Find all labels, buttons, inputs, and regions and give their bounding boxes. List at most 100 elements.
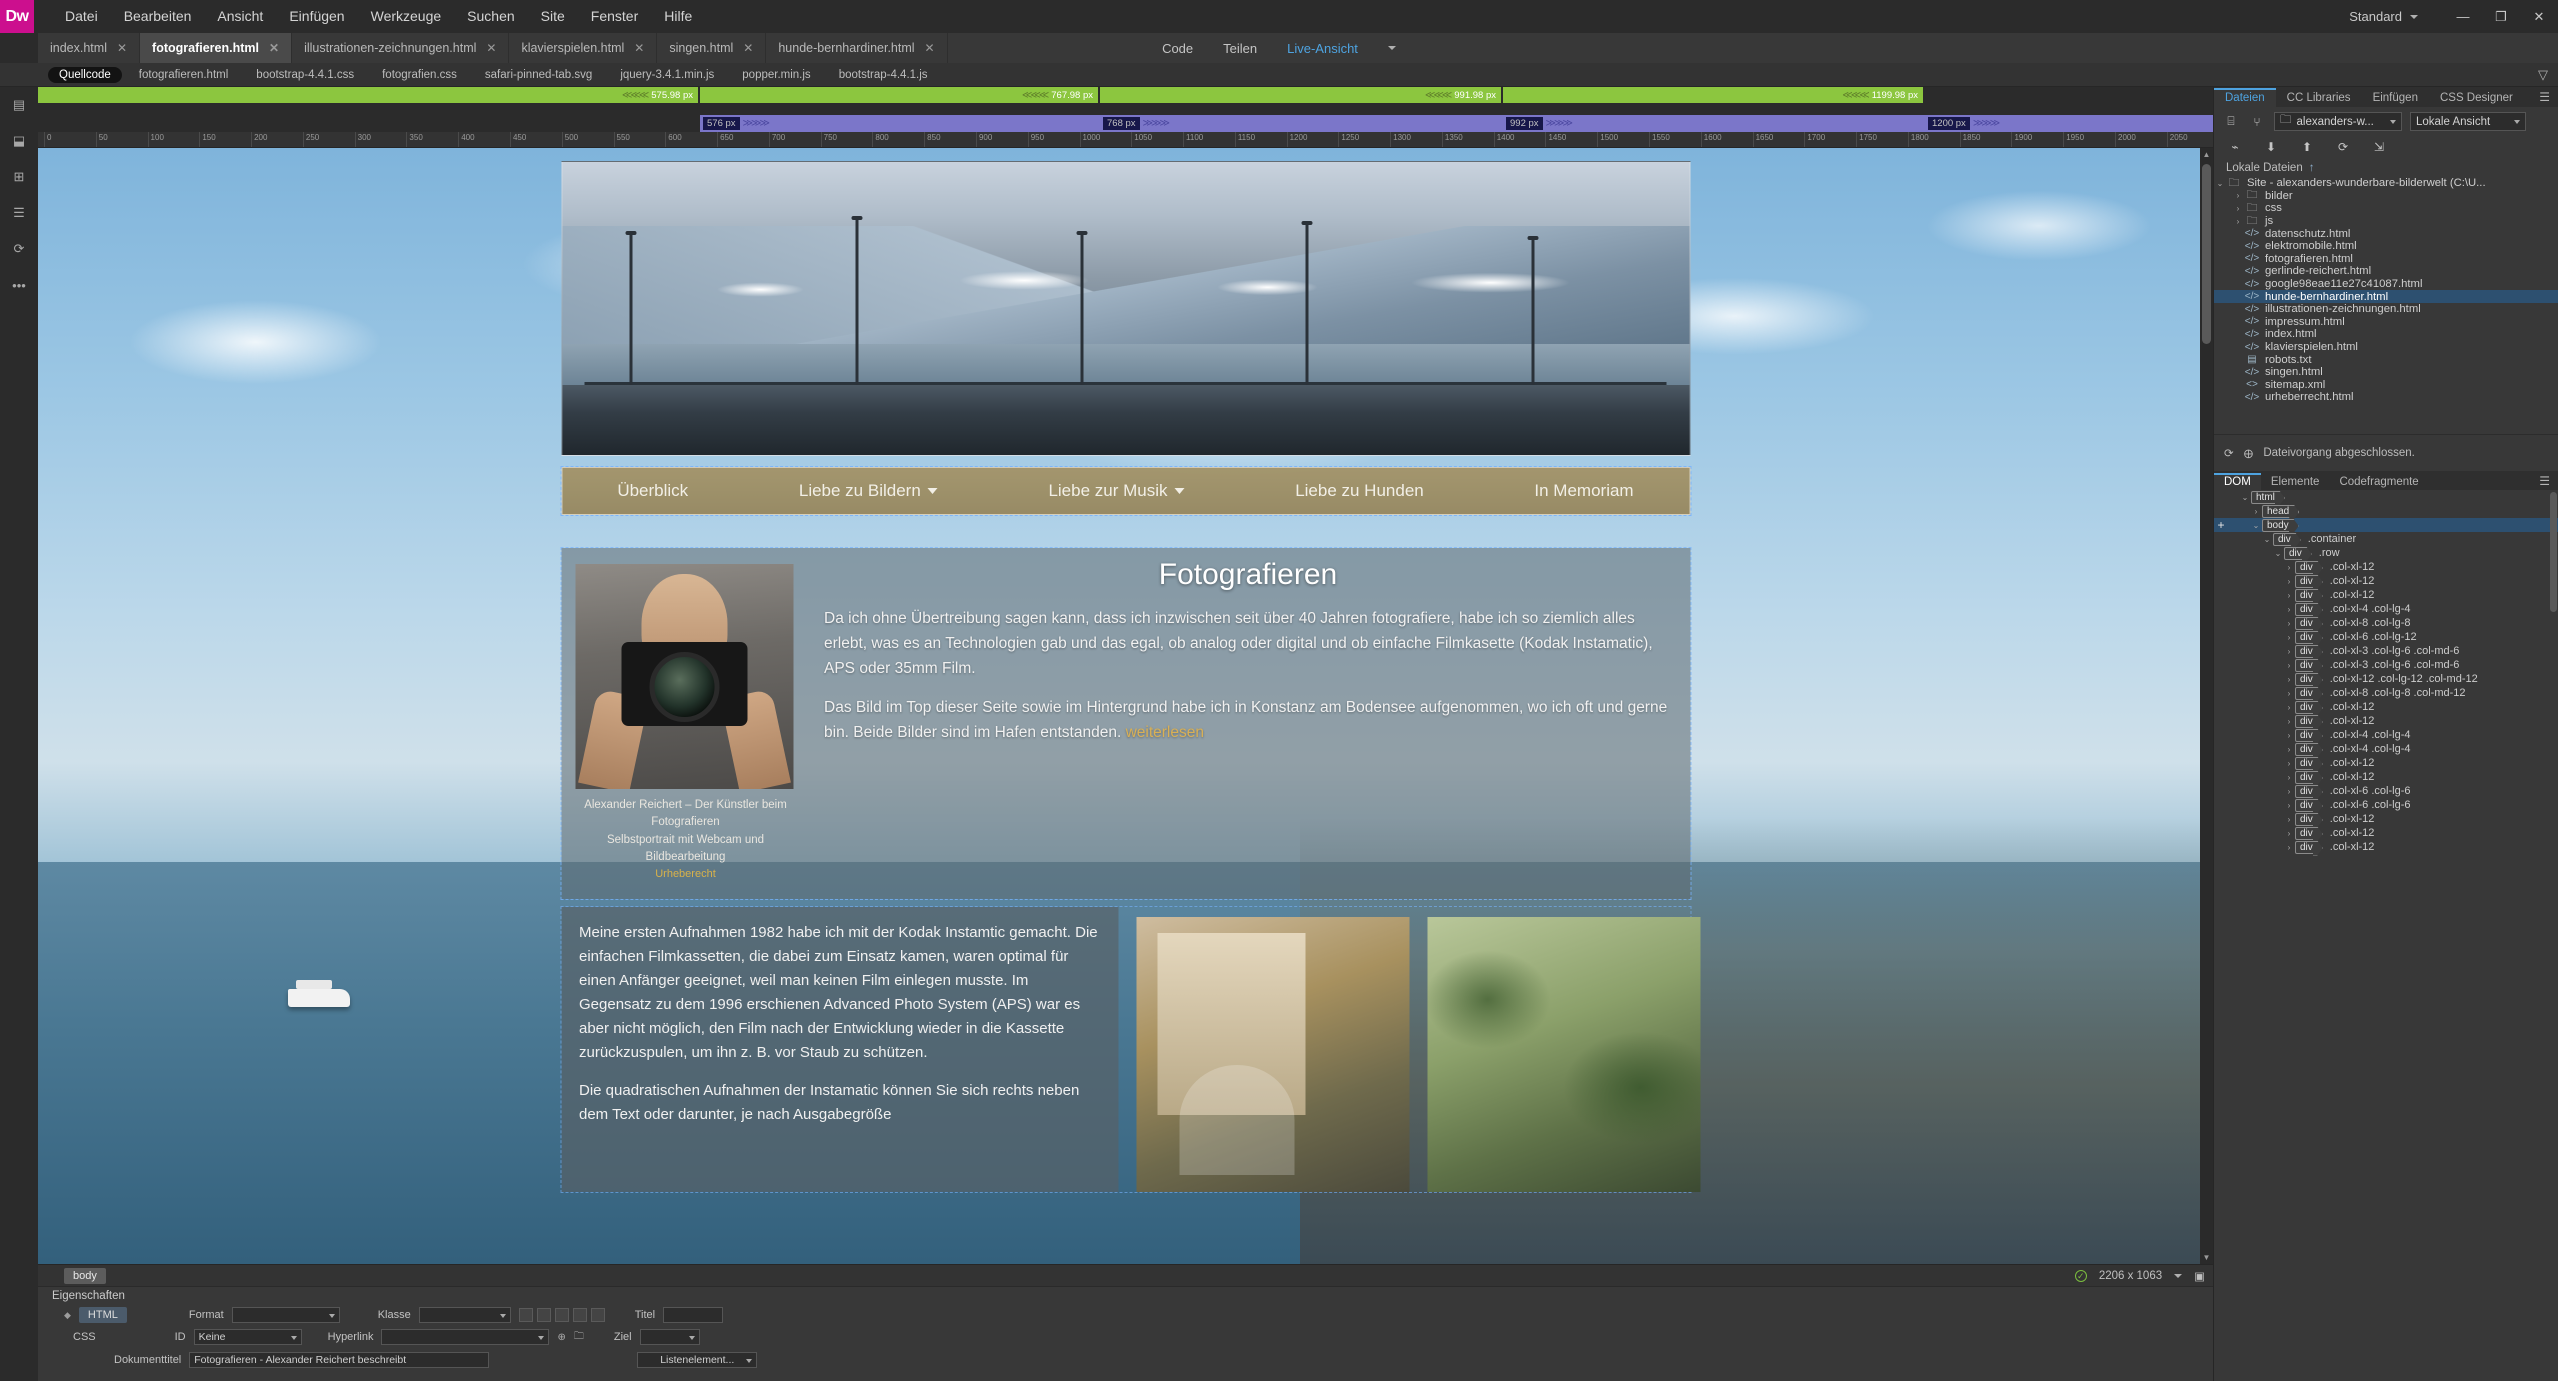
tag-selector-body[interactable]: body (64, 1267, 106, 1284)
chevron-right-icon[interactable]: › (2283, 619, 2295, 628)
more-options-icon[interactable]: ••• (8, 275, 30, 295)
chevron-right-icon[interactable]: › (2283, 717, 2295, 726)
chevron-right-icon[interactable]: › (2232, 204, 2244, 213)
close-icon[interactable]: ✕ (269, 41, 279, 55)
device-preview-icon[interactable]: ▣ (2194, 1269, 2205, 1283)
connect-to-remote-icon[interactable]: ⌁ (2226, 138, 2244, 155)
nav-item-liebe-zu-hunden[interactable]: Liebe zu Hunden (1295, 481, 1424, 501)
dom-node-row[interactable]: › div .col-xl-8 .col-lg-8 (2214, 616, 2558, 630)
file-row[interactable]: </> impressum.html (2214, 316, 2558, 329)
dom-node-row[interactable]: › div .col-xl-12 (2214, 700, 2558, 714)
file-row[interactable]: </> fotografieren.html (2214, 253, 2558, 266)
minimize-button[interactable]: — (2444, 0, 2482, 33)
chevron-right-icon[interactable]: › (2283, 787, 2295, 796)
id-select[interactable]: Keine (193, 1329, 302, 1345)
dom-node-row[interactable]: › div .col-xl-12 (2214, 826, 2558, 840)
breakpoint-segment-575.98[interactable]: ≪≪≪ 575.98 px (38, 87, 700, 103)
scrollbar-thumb[interactable] (2202, 164, 2211, 344)
document-tab-hunde-bernhardiner[interactable]: hunde-bernhardiner.html ✕ (766, 33, 948, 63)
globe-status-icon[interactable]: 🜨 (2244, 441, 2254, 465)
dom-tab-dom[interactable]: DOM (2214, 473, 2261, 490)
filter-funnel-icon[interactable]: ▽ (2538, 67, 2548, 83)
inspect-icon[interactable]: ☰ (8, 203, 30, 223)
git-branch-icon[interactable]: ⑂ (2248, 113, 2266, 130)
title-input[interactable] (663, 1307, 724, 1323)
dom-node-row[interactable]: ⌄ div .container (2214, 532, 2558, 546)
panel-tab-einf-gen[interactable]: Einfügen (2362, 89, 2429, 107)
related-file-quellcode[interactable]: Quellcode (48, 66, 122, 83)
chevron-right-icon[interactable]: › (2283, 843, 2295, 852)
dom-node-row[interactable]: › div .col-xl-12 (2214, 770, 2558, 784)
chevron-right-icon[interactable]: › (2283, 773, 2295, 782)
file-row[interactable]: </> illustrationen-zeichnungen.html (2214, 303, 2558, 316)
menu-site[interactable]: Site (528, 0, 578, 33)
menu-datei[interactable]: Datei (52, 0, 111, 33)
chevron-right-icon[interactable]: › (2283, 801, 2295, 810)
window-size-value[interactable]: 2206 x 1063 (2099, 1270, 2162, 1282)
dom-node-row[interactable]: ⌄ html (2214, 490, 2558, 504)
dom-node-row[interactable]: › div .col-xl-12 (2214, 840, 2558, 854)
close-icon[interactable]: ✕ (743, 41, 753, 55)
nav-item-liebe-zur-musik[interactable]: Liebe zur Musik (1048, 481, 1185, 501)
panel-tab-cc-libraries[interactable]: CC Libraries (2276, 89, 2362, 107)
put-files-upload-icon[interactable]: ⬆ (2298, 138, 2316, 155)
chevron-right-icon[interactable]: › (2283, 815, 2295, 824)
ordered-list-button[interactable] (554, 1308, 569, 1322)
chevron-right-icon[interactable]: › (2283, 689, 2295, 698)
file-row[interactable]: </> elektromobile.html (2214, 240, 2558, 253)
maximize-button[interactable]: ❐ (2482, 0, 2520, 33)
related-file-bootstrap-4-4-1-js[interactable]: bootstrap-4.4.1.js (828, 67, 939, 83)
copyright-link[interactable]: Urheberecht (575, 866, 796, 883)
chevron-right-icon[interactable]: › (2283, 591, 2295, 600)
window-size-chevron-down-icon[interactable] (2174, 1273, 2183, 1278)
dom-node-row[interactable]: › div .col-xl-3 .col-lg-6 .col-md-6 (2214, 658, 2558, 672)
file-row[interactable]: › 🗀 js (2214, 215, 2558, 228)
dom-node-row[interactable]: › div .col-xl-4 .col-lg-4 (2214, 602, 2558, 616)
target-browse-icon[interactable]: ⊕ (557, 1332, 565, 1343)
close-icon[interactable]: ✕ (925, 41, 935, 55)
menu-ansicht[interactable]: Ansicht (204, 0, 276, 33)
chevron-down-icon[interactable]: ⌄ (2261, 535, 2273, 544)
document-tab-singen[interactable]: singen.html ✕ (657, 33, 767, 63)
hyperlink-select[interactable] (381, 1329, 550, 1345)
chevron-right-icon[interactable]: › (2283, 633, 2295, 642)
media-query-segment-992[interactable]: 992 px ≫≫≫ (1503, 115, 1925, 132)
file-row[interactable]: › 🗀 bilder (2214, 189, 2558, 203)
chevron-right-icon[interactable]: › (2250, 507, 2262, 516)
file-row[interactable]: </> urheberrecht.html (2214, 391, 2558, 404)
dom-node-row[interactable]: › div .col-xl-12 (2214, 574, 2558, 588)
document-tab-illustrationen-zeichnungen[interactable]: illustrationen-zeichnungen.html ✕ (292, 33, 510, 63)
chevron-right-icon[interactable]: › (2283, 703, 2295, 712)
dom-node-row[interactable]: › div .col-xl-12 (2214, 560, 2558, 574)
unordered-list-button[interactable] (536, 1308, 551, 1322)
related-file-jquery-3-4-1-min-js[interactable]: jquery-3.4.1.min.js (609, 67, 725, 83)
nav-item-liebe-zu-bildern[interactable]: Liebe zu Bildern (799, 481, 938, 501)
dom-node-row[interactable]: › div .col-xl-6 .col-lg-6 (2214, 784, 2558, 798)
document-tab-fotografieren[interactable]: fotografieren.html ✕ (140, 33, 293, 63)
dom-node-row[interactable]: ⌄ div .row (2214, 546, 2558, 560)
folder-browse-icon[interactable]: 🗀 (574, 1329, 584, 1346)
expand-icon[interactable]: ◆ (64, 1310, 71, 1321)
doc-title-input[interactable]: Fotografieren - Alexander Reichert besch… (189, 1352, 490, 1368)
dom-node-row[interactable]: › div .col-xl-12 .col-lg-12 .col-md-12 (2214, 672, 2558, 686)
scroll-up-icon[interactable]: ▲ (2200, 148, 2213, 161)
view-selector[interactable]: Lokale Ansicht (2410, 112, 2526, 131)
dom-node-row[interactable]: › div .col-xl-12 (2214, 714, 2558, 728)
dom-panel-menu-icon[interactable]: ☰ (2539, 474, 2550, 488)
close-icon[interactable]: ✕ (117, 41, 127, 55)
chevron-right-icon[interactable]: › (2283, 577, 2295, 586)
site-selector[interactable]: 🗀 alexanders-w... (2274, 112, 2402, 131)
list-item-button[interactable]: Listenelement... (637, 1352, 758, 1368)
refresh-status-icon[interactable]: ⟳ (2224, 446, 2234, 460)
file-row[interactable]: <> sitemap.xml (2214, 379, 2558, 392)
live-code-icon[interactable]: ⊞ (8, 167, 30, 187)
horizontal-ruler[interactable]: 0 50 100 150 200 250 300 350 400 450 500 550 600 650 7… (38, 132, 2213, 148)
media-query-segment-576[interactable]: 576 px ≫≫≫ (700, 115, 1100, 132)
expand-collapse-icon[interactable]: ⇲ (2370, 138, 2388, 155)
bold-button[interactable] (518, 1308, 533, 1322)
css-properties-button[interactable]: CSS (64, 1329, 105, 1345)
file-row[interactable]: </> index.html (2214, 328, 2558, 341)
file-root-row[interactable]: ⌄ 🗀 Site - alexanders-wunderbare-bilderw… (2214, 177, 2558, 190)
chevron-down-icon[interactable]: ⌄ (2214, 179, 2226, 188)
file-row[interactable]: ▤ robots.txt (2214, 353, 2558, 366)
